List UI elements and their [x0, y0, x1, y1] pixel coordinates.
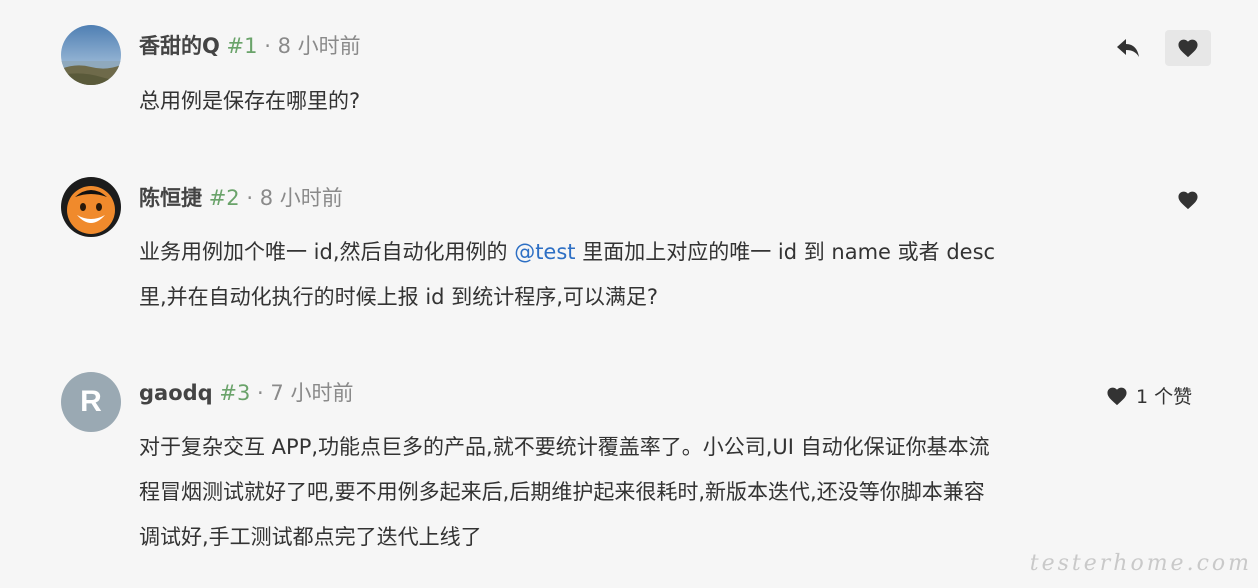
- like-button[interactable]: [1165, 182, 1211, 218]
- like-button[interactable]: 1 个赞: [1106, 382, 1192, 409]
- body-text: 里面加上对应的唯一 id 到 name 或者 desc: [575, 240, 996, 264]
- comment-body: 对于复杂交互 APP,功能点巨多的产品,就不要统计覆盖率了。小公司,UI 自动化…: [139, 425, 1214, 560]
- floor-number[interactable]: #3: [219, 381, 250, 405]
- separator: ·: [264, 34, 271, 58]
- author-name[interactable]: 陈恒捷: [139, 186, 202, 210]
- body-text: 业务用例加个唯一 id,然后自动化用例的: [139, 240, 515, 264]
- author-name[interactable]: gaodq: [139, 381, 213, 405]
- user-mention-link[interactable]: @test: [514, 240, 575, 264]
- body-line: 对于复杂交互 APP,功能点巨多的产品,就不要统计覆盖率了。小公司,UI 自动化…: [139, 435, 990, 459]
- separator: ·: [257, 381, 264, 405]
- body-line: 业务用例加个唯一 id,然后自动化用例的 @test 里面加上对应的唯一 id …: [139, 230, 1214, 275]
- timestamp: 8 小时前: [277, 34, 361, 58]
- reply-icon: [1117, 39, 1139, 57]
- avatar-landscape-image: [61, 25, 121, 85]
- comment-body: 总用例是保存在哪里的?: [139, 89, 361, 113]
- like-button[interactable]: [1165, 30, 1211, 66]
- timestamp: 7 小时前: [270, 381, 354, 405]
- avatar[interactable]: R: [61, 372, 121, 432]
- comment-2: 陈恒捷 #2 · 8 小时前 业务用例加个唯一 id,然后自动化用例的 @tes…: [0, 150, 1258, 350]
- body-line: 里,并在自动化执行的时候上报 id 到统计程序,可以满足?: [139, 285, 659, 309]
- comment-header: gaodq #3 · 7 小时前: [139, 379, 353, 407]
- comment-1: 香甜的Q #1 · 8 小时前 总用例是保存在哪里的?: [0, 0, 1258, 150]
- heart-icon: [1178, 191, 1198, 210]
- body-line: 程冒烟测试就好了吧,要不用例多起来后,后期维护起来很耗时,新版本迭代,还没等你脚…: [139, 480, 985, 504]
- comment-header: 香甜的Q #1 · 8 小时前: [139, 32, 361, 60]
- heart-icon: [1107, 387, 1127, 405]
- avatar[interactable]: [61, 25, 121, 85]
- site-watermark: testerhome.com: [1029, 551, 1252, 576]
- heart-icon: [1178, 39, 1198, 58]
- separator: ·: [246, 186, 254, 210]
- author-name[interactable]: 香甜的Q: [139, 34, 220, 58]
- floor-number[interactable]: #1: [227, 34, 258, 58]
- timestamp: 8 小时前: [259, 186, 343, 210]
- avatar-letter: R: [80, 385, 102, 418]
- avatar-orange-face-image: [61, 177, 121, 237]
- avatar[interactable]: [61, 177, 121, 237]
- floor-number[interactable]: #2: [209, 186, 240, 210]
- reply-button[interactable]: [1105, 30, 1151, 66]
- comment-header: 陈恒捷 #2 · 8 小时前: [139, 184, 343, 212]
- like-count: 1 个赞: [1136, 386, 1193, 408]
- comment-body: 业务用例加个唯一 id,然后自动化用例的 @test 里面加上对应的唯一 id …: [139, 230, 1214, 320]
